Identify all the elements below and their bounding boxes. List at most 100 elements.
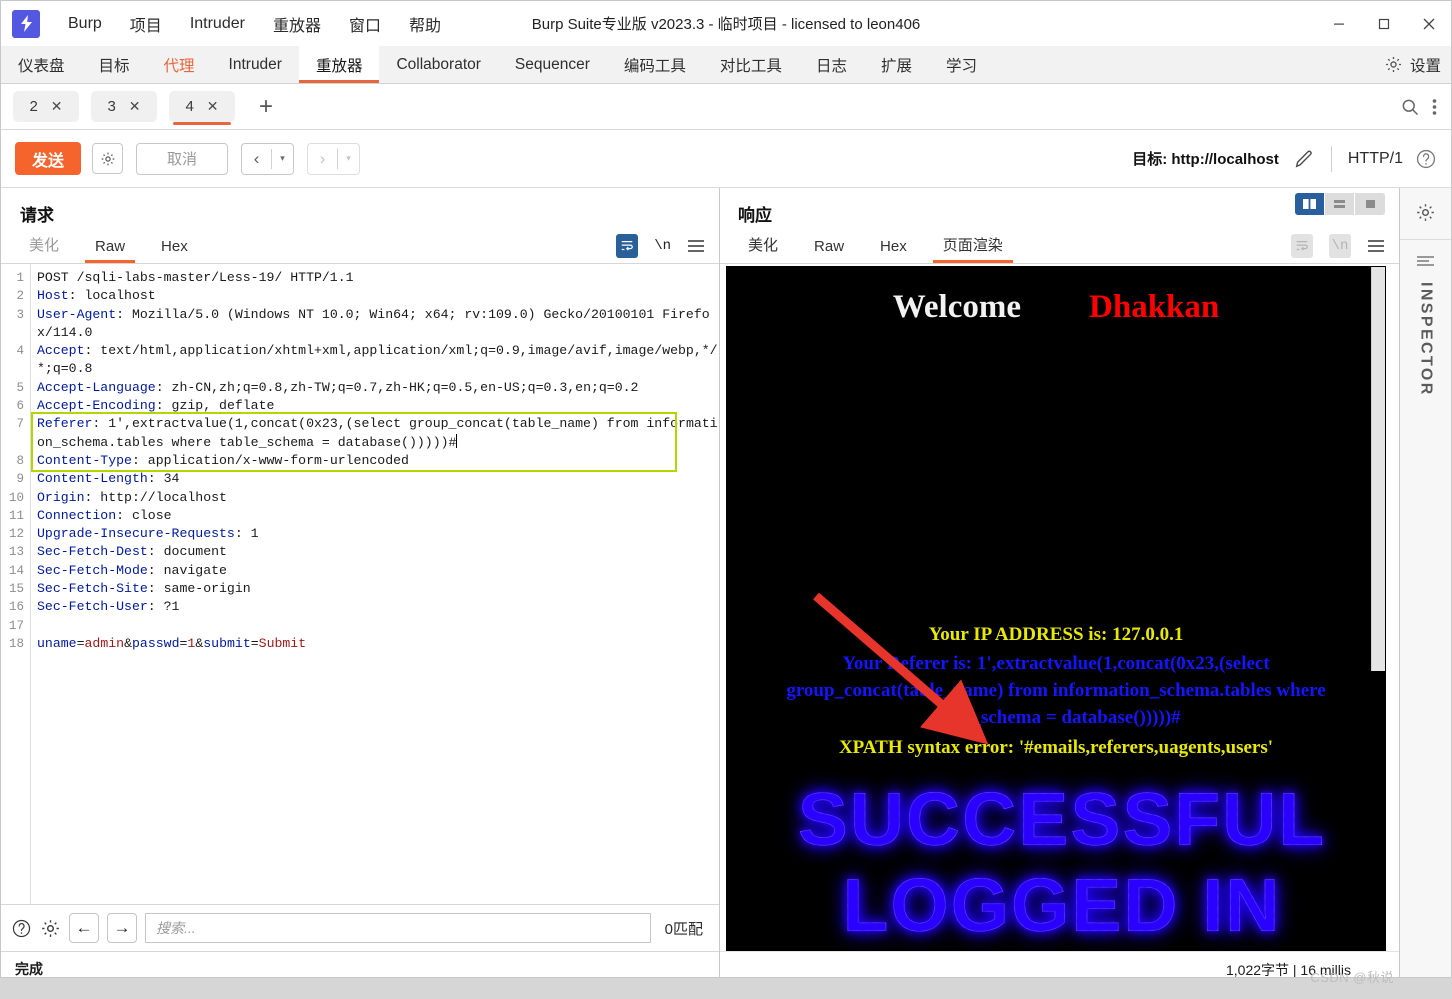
back-history-button[interactable]: ‹ ▾ (241, 142, 295, 175)
repeater-tab-3[interactable]: 3 ✕ (91, 91, 157, 122)
line-text[interactable]: Sec-Fetch-User: ?1 (30, 598, 719, 616)
maximize-button[interactable] (1361, 2, 1406, 46)
search-prev-button[interactable]: ← (69, 913, 99, 943)
request-line[interactable]: 10 Origin: http://localhost (1, 489, 719, 507)
tab-logger[interactable]: 日志 (799, 46, 864, 83)
response-tab-render[interactable]: 页面渲染 (932, 234, 1013, 263)
tab-intruder[interactable]: Intruder (212, 46, 299, 83)
request-line[interactable]: 1 POST /sqli-labs-master/Less-19/ HTTP/1.… (1, 269, 719, 287)
layout-single-button[interactable] (1355, 193, 1385, 215)
close-icon[interactable]: ✕ (207, 98, 219, 115)
menu-item-repeater[interactable]: 重放器 (259, 6, 335, 42)
close-button[interactable] (1406, 2, 1451, 46)
tab-repeater[interactable]: 重放器 (298, 46, 380, 83)
request-line[interactable]: 3 User-Agent: Mozilla/5.0 (Windows NT 10.… (1, 306, 719, 343)
chevron-down-icon[interactable]: ▾ (338, 144, 359, 174)
tab-sequencer[interactable]: Sequencer (498, 46, 607, 83)
layout-stacked-button[interactable] (1325, 193, 1355, 215)
menu-item-intruder[interactable]: Intruder (176, 9, 259, 39)
settings-label[interactable]: 设置 (1410, 54, 1441, 76)
request-line[interactable]: 15 Sec-Fetch-Site: same-origin (1, 580, 719, 598)
tab-decoder[interactable]: 编码工具 (607, 46, 703, 83)
newline-icon-wrap[interactable]: \n (1329, 234, 1351, 258)
send-button[interactable]: 发送 (15, 142, 82, 175)
line-text[interactable]: Content-Type: application/x-www-form-url… (30, 452, 719, 470)
line-text[interactable]: Upgrade-Insecure-Requests: 1 (30, 525, 719, 543)
line-text[interactable]: Referer: 1',extractvalue(1,concat(0x23,(… (30, 415, 719, 452)
search-icon[interactable] (1400, 97, 1420, 117)
add-tab-button[interactable]: + (249, 94, 283, 119)
line-text[interactable]: Content-Length: 34 (30, 470, 719, 488)
inspector-expand-icon[interactable] (1416, 254, 1435, 268)
line-text[interactable]: Sec-Fetch-Site: same-origin (30, 580, 719, 598)
line-text[interactable]: Accept-Language: zh-CN,zh;q=0.8,zh-TW;q=… (30, 379, 719, 397)
help-icon[interactable] (1415, 148, 1437, 170)
inspector-panel[interactable]: INSPECTOR (1399, 188, 1451, 977)
more-options-icon[interactable] (1432, 97, 1437, 117)
menu-item-help[interactable]: 帮助 (395, 6, 455, 42)
request-tab-pretty[interactable]: 美化 (19, 234, 69, 263)
line-text[interactable]: POST /sqli-labs-master/Less-19/ HTTP/1.1 (30, 269, 719, 287)
tab-target[interactable]: 目标 (82, 46, 147, 83)
repeater-tab-2[interactable]: 2 ✕ (13, 91, 79, 122)
menu-item-burp[interactable]: Burp (54, 9, 116, 39)
tab-collaborator[interactable]: Collaborator (379, 46, 497, 83)
http-version-label[interactable]: HTTP/1 (1348, 150, 1403, 168)
repeater-tab-4[interactable]: 4 ✕ (169, 91, 235, 125)
request-tab-raw[interactable]: Raw (85, 238, 136, 263)
response-tab-pretty[interactable]: 美化 (738, 234, 788, 263)
tab-learn[interactable]: 学习 (929, 46, 994, 83)
close-icon[interactable]: ✕ (51, 98, 63, 115)
request-line[interactable]: 9 Content-Length: 34 (1, 470, 719, 488)
line-text[interactable]: Host: localhost (30, 287, 719, 305)
edit-pencil-icon[interactable] (1293, 148, 1315, 170)
line-text[interactable]: Accept-Encoding: gzip, deflate (30, 397, 719, 415)
line-text[interactable]: Sec-Fetch-Mode: navigate (30, 562, 719, 580)
request-line[interactable]: 7 Referer: 1',extractvalue(1,concat(0x23,… (1, 415, 719, 452)
search-settings-gear-icon[interactable] (40, 918, 61, 939)
request-line[interactable]: 13 Sec-Fetch-Dest: document (1, 543, 719, 561)
cancel-button[interactable]: 取消 (136, 142, 229, 175)
request-line[interactable]: 17 (1, 617, 719, 635)
line-text[interactable]: Connection: close (30, 507, 719, 525)
request-editor[interactable]: 1 POST /sqli-labs-master/Less-19/ HTTP/1.… (1, 264, 719, 904)
chevron-down-icon[interactable]: ▾ (272, 144, 293, 174)
search-input[interactable] (145, 913, 651, 943)
request-line[interactable]: 2 Host: localhost (1, 287, 719, 305)
close-icon[interactable]: ✕ (129, 98, 141, 115)
tab-proxy[interactable]: 代理 (147, 46, 212, 83)
request-line[interactable]: 14 Sec-Fetch-Mode: navigate (1, 562, 719, 580)
request-line[interactable]: 8 Content-Type: application/x-www-form-ur… (1, 452, 719, 470)
line-text[interactable]: Accept: text/html,application/xhtml+xml,… (30, 342, 719, 379)
response-menu-icon[interactable] (1367, 239, 1385, 253)
line-text[interactable]: uname=admin&passwd=1&submit=Submit (30, 635, 719, 653)
tab-comparer[interactable]: 对比工具 (703, 46, 799, 83)
word-wrap-icon[interactable] (616, 234, 639, 258)
menu-item-window[interactable]: 窗口 (335, 6, 395, 42)
line-text[interactable]: Origin: http://localhost (30, 489, 719, 507)
layout-side-by-side-button[interactable] (1295, 193, 1325, 215)
line-text[interactable]: User-Agent: Mozilla/5.0 (Windows NT 10.0… (30, 306, 719, 343)
search-next-button[interactable]: → (107, 913, 137, 943)
response-tab-hex[interactable]: Hex (870, 238, 917, 263)
rendered-html-page[interactable]: Welcome Dhakkan Your IP ADDRESS is: 127.… (726, 266, 1386, 951)
minimize-button[interactable] (1316, 2, 1361, 46)
response-render-area[interactable]: Welcome Dhakkan Your IP ADDRESS is: 127.… (720, 264, 1399, 951)
request-line[interactable]: 6 Accept-Encoding: gzip, deflate (1, 397, 719, 415)
request-line[interactable]: 12 Upgrade-Insecure-Requests: 1 (1, 525, 719, 543)
request-menu-icon[interactable] (687, 239, 705, 253)
inspector-gear-icon[interactable] (1415, 202, 1436, 223)
gear-icon[interactable] (1384, 55, 1403, 74)
request-line[interactable]: 11 Connection: close (1, 507, 719, 525)
line-text[interactable]: Sec-Fetch-Dest: document (30, 543, 719, 561)
response-tab-raw[interactable]: Raw (804, 238, 854, 263)
request-line[interactable]: 16 Sec-Fetch-User: ?1 (1, 598, 719, 616)
request-line[interactable]: 18 uname=admin&passwd=1&submit=Submit (1, 635, 719, 653)
newline-icon[interactable]: \n (654, 238, 671, 254)
forward-history-button[interactable]: › ▾ (307, 142, 361, 175)
chevron-right-icon[interactable]: › (308, 144, 337, 174)
chevron-left-icon[interactable]: ‹ (242, 144, 271, 174)
request-line[interactable]: 5 Accept-Language: zh-CN,zh;q=0.8,zh-TW;q… (1, 379, 719, 397)
request-tab-hex[interactable]: Hex (151, 238, 198, 263)
word-wrap-icon[interactable] (1291, 234, 1313, 258)
